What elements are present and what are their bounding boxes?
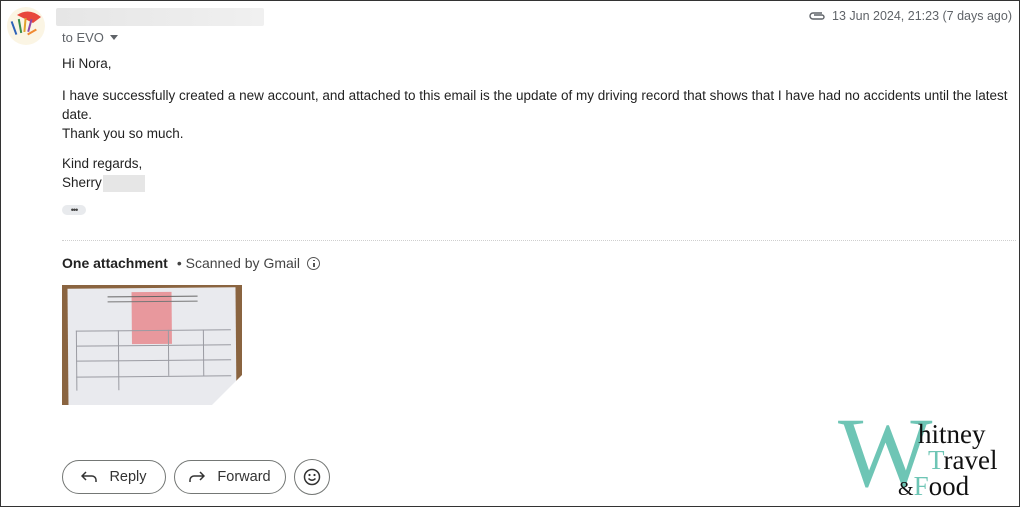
closing: Kind regards,: [62, 156, 143, 171]
surname-redacted: [102, 174, 145, 192]
chevron-down-icon: [109, 35, 118, 40]
emoji-reaction-button[interactable]: [294, 459, 330, 495]
recipient-details-toggle[interactable]: to EVO: [62, 30, 118, 45]
table-line: [202, 329, 205, 376]
forward-arrow-icon: [189, 471, 206, 482]
reply-button[interactable]: Reply: [62, 460, 166, 494]
page-curl: [212, 375, 242, 405]
attachments-header: One attachment • Scanned by Gmail: [62, 255, 320, 271]
smiley-icon: [303, 468, 321, 486]
body-paragraph: Thank you so much.: [62, 126, 184, 141]
info-icon[interactable]: [307, 256, 320, 270]
reply-arrow-icon: [81, 471, 98, 482]
logo-initial-f: F: [913, 471, 929, 501]
signature-block: Kind regards, Sherry: [62, 154, 145, 192]
message-meta: 13 Jun 2024, 21:23 (7 days ago): [808, 9, 1012, 23]
attachments-title: One attachment: [62, 255, 168, 271]
show-trimmed-content-button[interactable]: •••: [62, 205, 86, 215]
table-line: [76, 359, 232, 362]
logo-word-food: ood: [928, 471, 970, 501]
logo-line-1: hitney: [918, 419, 986, 449]
red-stamp: [131, 291, 172, 345]
attachment-divider: [62, 240, 1016, 241]
greeting: Hi Nora,: [62, 56, 112, 71]
forward-button[interactable]: Forward: [174, 460, 286, 494]
timestamp: 13 Jun 2024, 21:23 (7 days ago): [832, 9, 1012, 23]
body-paragraph: I have successfully created a new accoun…: [62, 88, 1008, 122]
table-line: [76, 375, 232, 378]
recipient-label: to EVO: [62, 30, 104, 45]
reply-label: Reply: [109, 469, 147, 485]
logo-line-2: Travel: [928, 447, 998, 474]
message-body: I have successfully created a new accoun…: [62, 86, 1020, 143]
logo-ampersand: &: [898, 478, 914, 500]
attachment-thumbnail[interactable]: [62, 285, 242, 405]
avatar-art-icon: [10, 11, 41, 36]
watermark-logo: W hitney Travel &Food: [838, 403, 1016, 503]
sender-avatar[interactable]: [7, 7, 45, 45]
forward-label: Forward: [217, 469, 271, 485]
signature-name: Sherry: [62, 175, 102, 190]
logo-line-3: &Food: [898, 473, 969, 500]
scan-note: • Scanned by Gmail: [176, 255, 300, 271]
table-line: [75, 344, 231, 347]
sender-name-redacted: [56, 8, 264, 26]
paperclip-icon: [809, 12, 825, 20]
